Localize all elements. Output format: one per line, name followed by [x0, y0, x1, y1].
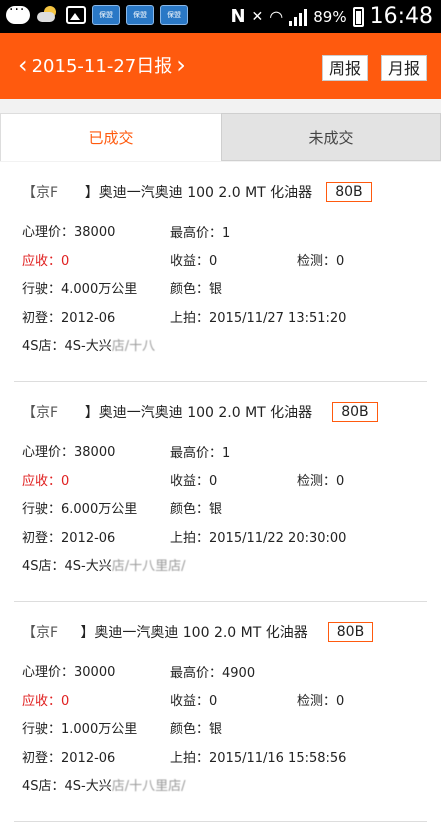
inspect: 检测：0 — [297, 474, 345, 489]
auction-time: 上拍：2015/11/16 15:58:56 — [170, 751, 347, 766]
monthly-report-button[interactable]: 月报 — [381, 55, 428, 81]
card-title: 【京F 】 奥迪一汽奥迪 100 2.0 MT 化油器 80B — [22, 622, 374, 642]
profit: 收益：0 — [170, 694, 218, 709]
weekly-report-button[interactable]: 周报 — [322, 55, 369, 81]
receivable: 应收：0 — [22, 694, 70, 709]
psy-price: 心理价：30000 — [22, 665, 116, 680]
inspect: 检测：0 — [297, 694, 345, 709]
car-color: 颜色：银 — [170, 502, 223, 517]
store-tail: 店/十八里店/ — [111, 559, 186, 574]
store-tail: 店/十八里店/ — [111, 779, 186, 794]
profit: 收益：0 — [170, 474, 218, 489]
store: 4S店：4S-大兴店/十八 — [22, 335, 155, 354]
receivable: 应收：0 — [22, 254, 70, 269]
plate-redacted — [58, 404, 85, 420]
mute-icon: ✕ — [251, 8, 264, 25]
car-color: 颜色：银 — [170, 722, 223, 737]
first-registration: 初登：2012-06 — [22, 751, 116, 766]
tab-not-done[interactable]: 未成交 — [221, 113, 441, 161]
plate-number: 【京F — [22, 405, 59, 421]
app-notification-icon: 保盟 — [92, 5, 120, 25]
message-icon — [6, 2, 30, 24]
plate-bracket: 】 — [84, 185, 99, 201]
store-name: 4S店：4S-大兴 — [22, 779, 112, 794]
app-header: ‹ 2015-11-27日报 › 周报 月报 — [0, 33, 441, 99]
wifi-icon: ◠ — [269, 7, 284, 26]
app-notification-icon: 保盟 — [126, 5, 154, 25]
chevron-right-icon[interactable]: › — [176, 53, 186, 77]
card-divider — [14, 821, 427, 822]
date-navigator: ‹ 2015-11-27日报 › — [14, 52, 190, 78]
plate-bracket: 】 — [80, 625, 95, 641]
psy-price: 心理价：38000 — [22, 445, 116, 460]
store: 4S店：4S-大兴店/十八里店/ — [22, 555, 186, 574]
deal-card[interactable]: 【京F 】 奥迪一汽奥迪 100 2.0 MT 化油器 80B 心理价：3800… — [0, 382, 441, 602]
plate-number: 【京F — [22, 625, 59, 641]
profit: 收益：0 — [170, 254, 218, 269]
signal-icon — [289, 8, 308, 26]
inspect: 检测：0 — [297, 254, 345, 269]
first-registration: 初登：2012-06 — [22, 311, 116, 326]
chevron-left-icon[interactable]: ‹ — [18, 53, 28, 77]
system-status: N ✕ ◠ 89% 16:48 — [230, 4, 433, 29]
card-title: 【京F 】 奥迪一汽奥迪 100 2.0 MT 化油器 80B — [22, 182, 372, 202]
grade-badge: 80B — [327, 622, 374, 642]
max-price: 最高价：1 — [170, 446, 231, 461]
auction-time: 上拍：2015/11/27 13:51:20 — [170, 311, 347, 326]
battery-percent: 89% — [313, 7, 347, 26]
plate-number: 【京F — [22, 185, 59, 201]
notification-icons: 保盟 保盟 保盟 — [6, 2, 188, 25]
store: 4S店：4S-大兴店/十八里店/ — [22, 775, 186, 794]
deal-card[interactable]: 【京F 】 奥迪一汽奥迪 100 2.0 MT 化油器 80B 心理价：3000… — [0, 602, 441, 822]
deal-card[interactable]: 【京F 】 奥迪一汽奥迪 100 2.0 MT 化油器 80B 心理价：3800… — [0, 162, 441, 382]
mileage: 行驶：4.000万公里 — [22, 282, 138, 297]
max-price: 最高价：4900 — [170, 666, 256, 681]
card-title: 【京F 】 奥迪一汽奥迪 100 2.0 MT 化油器 80B — [22, 402, 378, 422]
car-model: 奥迪一汽奥迪 100 2.0 MT 化油器 — [94, 625, 308, 641]
clock: 16:48 — [369, 4, 433, 29]
store-name: 4S店：4S-大兴 — [22, 559, 112, 574]
mileage: 行驶：1.000万公里 — [22, 722, 138, 737]
car-model: 奥迪一汽奥迪 100 2.0 MT 化油器 — [98, 405, 313, 421]
max-price: 最高价：1 — [170, 226, 231, 241]
status-bar: 保盟 保盟 保盟 N ✕ ◠ 89% 16:48 — [0, 0, 441, 33]
report-date: 2015-11-27日报 — [31, 56, 173, 77]
receivable: 应收：0 — [22, 474, 70, 489]
mileage: 行驶：6.000万公里 — [22, 502, 138, 517]
plate-redacted — [58, 624, 80, 640]
store-name: 4S店：4S-大兴 — [22, 339, 112, 354]
first-registration: 初登：2012-06 — [22, 531, 116, 546]
deal-list: 【京F 】 奥迪一汽奥迪 100 2.0 MT 化油器 80B 心理价：3800… — [0, 162, 441, 839]
psy-price: 心理价：38000 — [22, 225, 116, 240]
car-model: 奥迪一汽奥迪 100 2.0 MT 化油器 — [98, 185, 313, 201]
car-color: 颜色：银 — [170, 282, 223, 297]
plate-redacted — [58, 184, 85, 200]
grade-badge: 80B — [332, 402, 378, 422]
plate-bracket: 】 — [84, 405, 99, 421]
nfc-icon: N — [230, 6, 246, 27]
weather-icon — [36, 5, 60, 25]
grade-badge: 80B — [326, 182, 372, 202]
tab-bar: 已成交 未成交 — [0, 113, 441, 162]
auction-time: 上拍：2015/11/22 20:30:00 — [170, 531, 347, 546]
battery-icon — [352, 6, 364, 27]
tab-done[interactable]: 已成交 — [0, 113, 221, 161]
gallery-icon — [66, 6, 86, 24]
store-tail: 店/十八 — [111, 339, 156, 354]
app-notification-icon: 保盟 — [160, 5, 188, 25]
